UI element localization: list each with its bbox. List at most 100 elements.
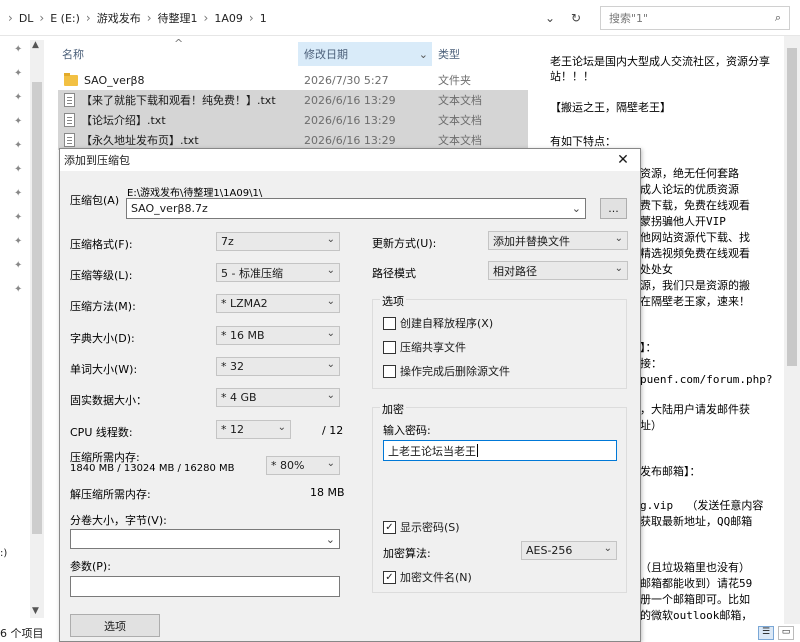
file-type: 文件夹 <box>438 74 471 87</box>
create-sfx-checkbox[interactable]: 创建自释放程序(X) <box>383 315 493 331</box>
format-label: 压缩格式(F): <box>70 238 133 251</box>
chevron-right-icon: › <box>203 11 209 25</box>
column-header-type[interactable]: 类型 <box>438 42 528 66</box>
chevron-down-icon: ⌄ <box>326 265 335 276</box>
pin-icon: ✦ <box>14 212 23 223</box>
show-password-checkbox[interactable]: ✓ 显示密码(S) <box>383 519 460 535</box>
chevron-down-icon: ⌄ <box>603 543 612 554</box>
column-header-date[interactable]: 修改日期 ⌄ <box>298 42 432 66</box>
dict-select[interactable]: * 16 MB ⌄ <box>216 326 340 345</box>
word-label: 单词大小(W): <box>70 363 138 376</box>
chevron-down-icon: ⌄ <box>326 458 335 469</box>
chevron-down-icon[interactable]: ⌄ <box>540 8 560 28</box>
preview-line: 获取最新地址，QQ邮箱 <box>640 515 753 528</box>
pin-icon: ✦ <box>14 116 23 127</box>
word-select[interactable]: * 32 ⌄ <box>216 357 340 376</box>
encrypt-names-checkbox[interactable]: ✓ 加密文件名(N) <box>383 569 472 585</box>
params-field[interactable] <box>70 576 340 597</box>
text-file-icon <box>64 93 75 107</box>
format-value: 7z <box>221 235 234 248</box>
breadcrumb-item[interactable]: 待整理1 <box>158 10 198 26</box>
pin-icon: ✦ <box>14 92 23 103</box>
format-select[interactable]: 7z ⌄ <box>216 232 340 251</box>
file-date: 2026/6/16 13:29 <box>304 113 396 127</box>
add-to-archive-dialog: 添加到压缩包 ✕ 压缩包(A) E:\游戏发布\待整理1\1A09\1\ SAO… <box>59 148 641 642</box>
column-header-name[interactable]: 名称 ^ <box>62 37 298 66</box>
password-value: 上老王论坛当老王 <box>388 444 476 458</box>
chevron-down-icon: ⌄ <box>326 390 335 401</box>
mem-select[interactable]: * 80% ⌄ <box>266 456 340 475</box>
nav-item-label[interactable]: :) <box>0 548 7 559</box>
decomp-label: 解压缩所需内存: <box>70 488 151 501</box>
dict-label: 字典大小(D): <box>70 332 135 345</box>
list-item[interactable]: SAO_verβ8 2026/7/30 5:27 文件夹 <box>58 70 528 90</box>
breadcrumb-item[interactable]: 1 <box>260 12 267 25</box>
preview-line: 接： <box>640 357 662 370</box>
file-name: 【论坛介绍】.txt <box>81 114 166 127</box>
search-input[interactable]: 搜索"1" ⌕ <box>600 6 790 30</box>
details-view-icon[interactable]: ☰ <box>758 626 774 640</box>
cpu-select[interactable]: * 12 ⌄ <box>216 420 291 439</box>
chevron-down-icon: ⌄ <box>614 233 623 244</box>
list-item[interactable]: 【永久地址发布页】.txt 2026/6/16 13:29 文本文档 <box>58 130 528 150</box>
chevron-down-icon: ⌄ <box>418 47 428 61</box>
chevron-right-icon: › <box>248 11 254 25</box>
pin-icon: ✦ <box>14 260 23 271</box>
cpu-value: * 12 <box>221 423 244 436</box>
level-value: 5 - 标准压缩 <box>221 266 283 280</box>
file-type: 文本文档 <box>438 94 482 107</box>
solid-select[interactable]: * 4 GB ⌄ <box>216 388 340 407</box>
cpu-label: CPU 线程数: <box>70 426 133 439</box>
file-type: 文本文档 <box>438 114 482 127</box>
preview-scrollbar-thumb[interactable] <box>787 48 797 366</box>
split-volume-field[interactable]: ⌄ <box>70 529 340 549</box>
path-mode-select[interactable]: 相对路径 ⌄ <box>488 261 628 280</box>
file-date: 2026/7/30 5:27 <box>304 73 389 87</box>
breadcrumb-item[interactable]: 游戏发布 <box>97 10 141 26</box>
options-button[interactable]: 选项 <box>70 614 160 637</box>
password-field[interactable]: 上老王论坛当老王 <box>383 440 617 461</box>
method-select[interactable]: * LZMA2 ⌄ <box>216 294 340 313</box>
breadcrumb-item[interactable]: DL <box>19 12 34 25</box>
compress-shared-checkbox[interactable]: 压缩共享文件 <box>383 339 466 355</box>
browse-button[interactable]: ... <box>600 198 627 219</box>
list-item[interactable]: 【来了就能下载和观看！纯免费！】.txt 2026/6/16 13:29 文本文… <box>58 90 528 110</box>
checkbox-label: 操作完成后删除源文件 <box>400 365 510 378</box>
dialog-title: 添加到压缩包 <box>64 154 130 167</box>
close-icon[interactable]: ✕ <box>614 150 632 170</box>
archive-name-value: SAO_verβ8.7z <box>131 202 208 215</box>
chevron-down-icon: ⌄ <box>277 422 286 433</box>
list-item[interactable]: 【论坛介绍】.txt 2026/6/16 13:29 文本文档 <box>58 110 528 130</box>
preview-line: 蒙拐骗他人开VIP <box>640 215 726 228</box>
breadcrumb-item[interactable]: 1A09 <box>214 12 243 25</box>
chevron-down-icon: ⌄ <box>614 263 623 274</box>
preview-line: ，大陆用户请发邮件获 <box>640 403 750 416</box>
nav-scrollbar-thumb[interactable] <box>32 82 42 534</box>
file-name: SAO_verβ8 <box>84 73 145 87</box>
preview-line: 在隔壁老王家，速来！ <box>640 295 750 308</box>
checkbox-label: 显示密码(S) <box>400 521 460 534</box>
archive-path: E:\游戏发布\待整理1\1A09\1\ <box>127 188 263 199</box>
preview-line: （且垃圾箱里也没有） <box>640 561 750 574</box>
scroll-up-icon[interactable]: ▲ <box>32 40 39 50</box>
tiles-view-icon[interactable]: ▭ <box>778 626 794 640</box>
enc-method-select[interactable]: AES-256 ⌄ <box>521 541 617 560</box>
delete-after-checkbox[interactable]: 操作完成后删除源文件 <box>383 363 510 379</box>
pin-icon: ✦ <box>14 68 23 79</box>
checkbox-label: 压缩共享文件 <box>400 341 466 354</box>
archive-name-field[interactable]: SAO_verβ8.7z ⌄ <box>126 198 586 219</box>
scroll-down-icon[interactable]: ▼ <box>32 606 39 616</box>
level-select[interactable]: 5 - 标准压缩 ⌄ <box>216 263 340 282</box>
breadcrumb-item[interactable]: E (E:) <box>50 12 80 25</box>
pin-icon: ✦ <box>14 44 23 55</box>
update-value: 添加并替换文件 <box>493 234 570 248</box>
archive-label: 压缩包(A) <box>70 194 120 207</box>
update-select[interactable]: 添加并替换文件 ⌄ <box>488 231 628 250</box>
pin-icon: ✦ <box>14 236 23 247</box>
solid-value: * 4 GB <box>221 391 257 404</box>
params-label: 参数(P): <box>70 560 111 573</box>
chevron-down-icon: ⌄ <box>326 234 335 245</box>
refresh-icon[interactable]: ↻ <box>566 8 586 28</box>
chevron-down-icon: ⌄ <box>326 359 335 370</box>
pin-icon: ✦ <box>14 284 23 295</box>
